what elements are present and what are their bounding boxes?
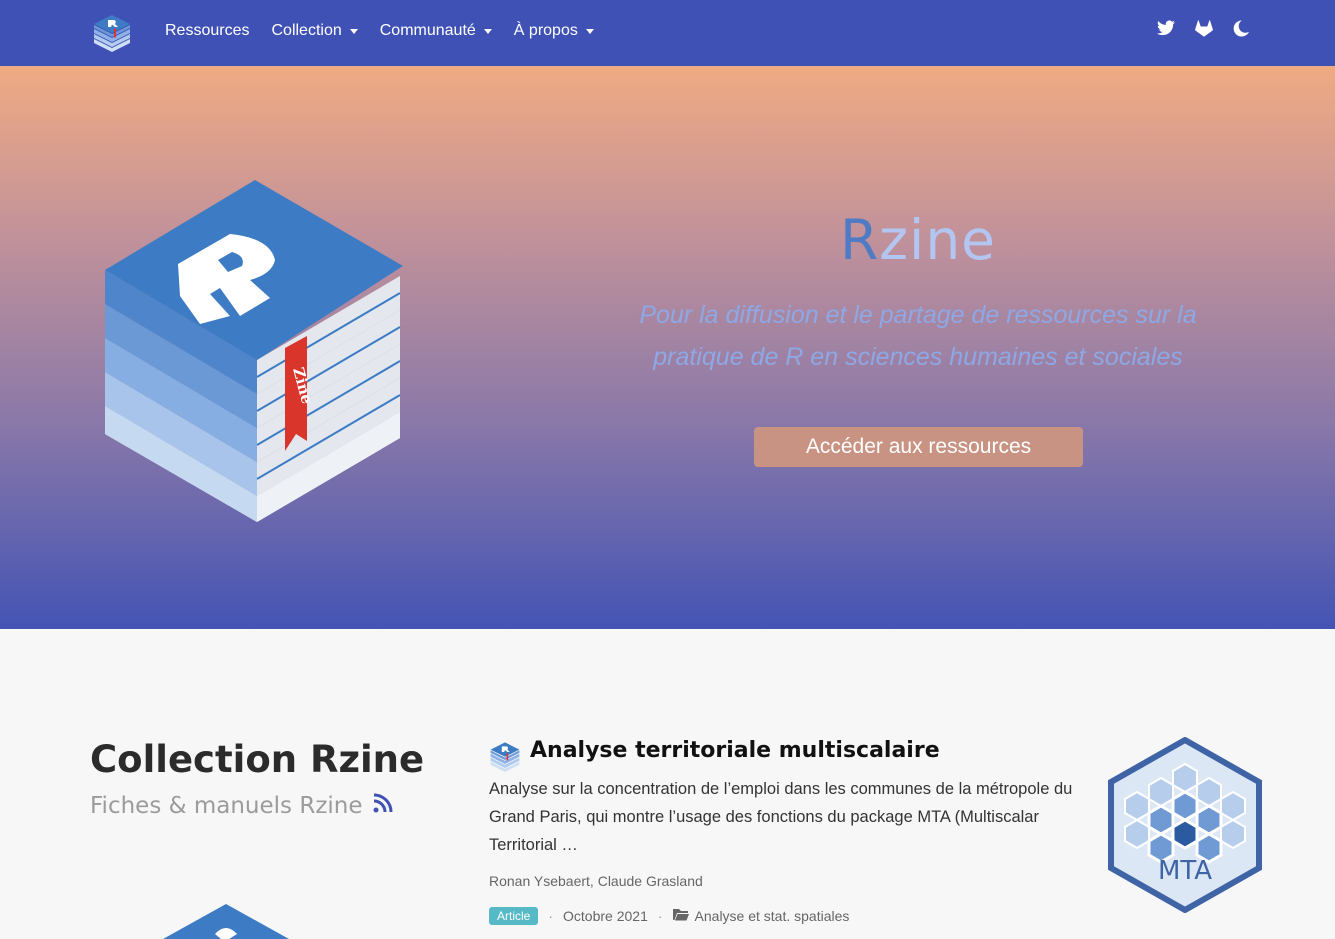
nav-ressources[interactable]: Ressources	[165, 22, 249, 40]
collection-subheading: Fiches & manuels Rzine	[90, 793, 393, 819]
moon-icon[interactable]	[1233, 20, 1249, 42]
rzine-logo-icon[interactable]	[92, 11, 132, 53]
hero-subtitle: Pour la diffusion et le partage de resso…	[639, 301, 1197, 371]
top-navbar: Ressources Collection Communauté À propo…	[0, 0, 1335, 66]
collection-heading: Collection Rzine	[90, 738, 425, 781]
rzine-collection-logo	[163, 904, 289, 939]
article-authors: Ronan Ysebaert, Claude Grasland	[489, 873, 703, 889]
rzine-books-logo: Zine	[100, 176, 410, 526]
rzine-article-icon	[489, 739, 521, 773]
hero-banner: Zine Rzine Pour la diffusion et le parta…	[0, 66, 1335, 629]
main-nav: Ressources Collection Communauté À propo…	[165, 0, 616, 62]
collection-subheading-text: Fiches & manuels Rzine	[90, 793, 363, 819]
hero-title: Rzine	[839, 208, 997, 272]
mta-hex-logo[interactable]: MTA	[1108, 736, 1262, 914]
nav-communaute-label: Communauté	[379, 22, 476, 39]
article-summary: Analyse sur la concentration de l’emploi…	[489, 780, 1073, 854]
nav-ressources-label: Ressources	[165, 22, 250, 39]
nav-collection-dropdown[interactable]: Collection	[271, 22, 358, 40]
nav-apropos-dropdown[interactable]: À propos	[514, 22, 594, 40]
nav-communaute-dropdown[interactable]: Communauté	[380, 22, 492, 40]
meta-separator: ·	[548, 908, 554, 924]
article-title-link[interactable]: Analyse territoriale multiscalaire	[530, 738, 940, 763]
caret-down-icon	[483, 29, 492, 34]
article-meta: Article · Octobre 2021 · Analyse et stat…	[489, 907, 849, 925]
nav-collection-label: Collection	[271, 22, 342, 39]
nav-apropos-label: À propos	[513, 22, 578, 39]
caret-down-icon	[349, 29, 358, 34]
meta-separator: ·	[657, 908, 663, 924]
article-date: Octobre 2021	[563, 908, 648, 924]
mta-label: MTA	[1158, 856, 1212, 886]
access-resources-button[interactable]: Accéder aux ressources	[754, 427, 1083, 467]
caret-down-icon	[585, 29, 594, 34]
gitlab-icon[interactable]	[1195, 20, 1213, 42]
folder-icon	[672, 908, 689, 924]
article-type-badge[interactable]: Article	[489, 907, 539, 925]
article-category-link[interactable]: Analyse et stat. spatiales	[695, 908, 850, 924]
rss-icon[interactable]	[373, 793, 393, 819]
twitter-icon[interactable]	[1157, 20, 1175, 42]
